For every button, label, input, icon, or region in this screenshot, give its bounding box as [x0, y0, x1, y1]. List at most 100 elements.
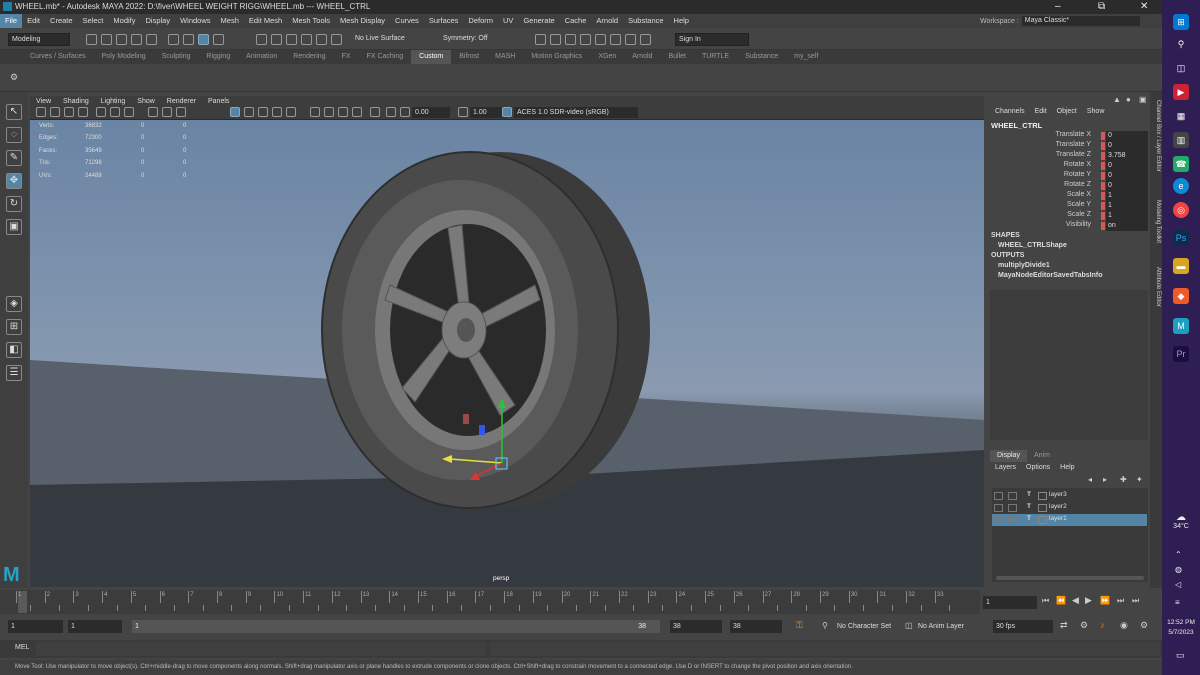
shelf-settings-icon[interactable]: ⚙ [10, 72, 18, 83]
live-surface-label[interactable]: No Live Surface [352, 33, 420, 46]
play-forward-icon[interactable]: ▶ [1085, 595, 1092, 606]
shelf-tab-curves-surfaces[interactable]: Curves / Surfaces [22, 50, 94, 64]
range-slider[interactable]: 1 38 [132, 620, 660, 633]
step-back-key-icon[interactable]: ⏪ [1056, 596, 1066, 605]
menu-mesh-display[interactable]: Mesh Display [335, 14, 390, 28]
menu-curves[interactable]: Curves [390, 14, 424, 28]
shelf-tab-arnold[interactable]: Arnold [624, 50, 660, 64]
viewport-menu-shading[interactable]: Shading [57, 98, 95, 105]
attr-value[interactable]: 0 [1106, 181, 1148, 191]
side-tab-channel-box[interactable]: Channel Box / Layer Editor [1151, 100, 1161, 172]
move-tool-icon[interactable]: ✥ [6, 173, 22, 189]
layer-row-layer2[interactable]: Tlayer2 [992, 502, 1147, 514]
snap-grid-icon[interactable] [256, 34, 267, 45]
maya-taskbar-icon[interactable]: M [1173, 318, 1189, 334]
isolate-icon[interactable] [386, 107, 396, 117]
anim-preferences-icon[interactable]: ⚙ [1080, 620, 1088, 631]
render-icon[interactable] [550, 34, 561, 45]
new-scene-icon[interactable] [86, 34, 97, 45]
attr-value[interactable]: on [1106, 221, 1148, 231]
snap-view-icon[interactable] [301, 34, 312, 45]
shadows-icon[interactable] [286, 107, 296, 117]
side-tab-modeling-toolkit[interactable]: Modeling Toolkit [1151, 200, 1161, 243]
display-type-toggle[interactable]: T [1027, 515, 1031, 522]
arnold-render-icon[interactable] [610, 34, 621, 45]
time-slider[interactable]: 1 2 3 4 5 6 7 8 9 10 11 12 13 14 15 16 17 18 19 20 21 22 23 24 2… [0, 590, 980, 614]
anim-layer-icon[interactable]: ◫ [905, 621, 913, 630]
menu-select[interactable]: Select [78, 14, 109, 28]
file-explorer-icon[interactable]: ▬ [1173, 258, 1189, 274]
viewport-menu-show[interactable]: Show [131, 98, 161, 105]
layer-menu-options[interactable]: Options [1021, 464, 1055, 471]
playback-toggle[interactable] [1008, 504, 1017, 512]
menu-substance[interactable]: Substance [623, 14, 668, 28]
ambient-occlusion-icon[interactable] [338, 107, 348, 117]
loop-icon[interactable]: ⇄ [1060, 620, 1068, 631]
character-set-dropdown[interactable]: No Character Set [834, 620, 902, 633]
audio-mute-icon[interactable]: ◉ [1120, 620, 1128, 631]
rotate-pivot-handle[interactable] [463, 414, 469, 424]
viewport-menu-lighting[interactable]: Lighting [95, 98, 132, 105]
attr-rotate-y[interactable]: Rotate Y 0 [990, 171, 1150, 181]
select-tool-icon[interactable]: ↖ [6, 104, 22, 120]
attr-translate-x[interactable]: Translate X 0 [990, 131, 1150, 141]
viewport-menu-panels[interactable]: Panels [202, 98, 235, 105]
arnold-ipr-icon[interactable] [625, 34, 636, 45]
camera-select-icon[interactable] [36, 107, 46, 117]
two-pane-layout-icon[interactable]: ◧ [6, 342, 22, 358]
layer-row-layer3[interactable]: Tlayer3 [992, 490, 1147, 502]
undo-icon[interactable] [131, 34, 142, 45]
move-layer-up-icon[interactable]: ◂ [1088, 475, 1092, 484]
image-plane-icon[interactable] [78, 107, 88, 117]
shelf-tab-rigging[interactable]: Rigging [198, 50, 238, 64]
depth-of-field-icon[interactable] [370, 107, 380, 117]
grid-toggle-icon[interactable] [96, 107, 106, 117]
exposure-icon[interactable] [400, 107, 410, 117]
channel-box-menu-edit[interactable]: Edit [1030, 108, 1052, 115]
anim-layer-dropdown[interactable]: No Anim Layer [915, 620, 987, 633]
panel-help-icon[interactable]: ● [1126, 95, 1131, 104]
menu-help[interactable]: Help [669, 14, 694, 28]
show-hidden-icons-icon[interactable]: ⌃ [1175, 550, 1182, 559]
shelf-tab-substance[interactable]: Substance [737, 50, 786, 64]
panel-float-icon[interactable]: ▣ [1139, 95, 1147, 104]
lasso-tool-icon[interactable]: ◌ [6, 127, 22, 143]
menu-windows[interactable]: Windows [175, 14, 215, 28]
color-space-dropdown[interactable]: ACES 1.0 SDR-video (sRGB) [514, 107, 638, 118]
select-component-icon[interactable] [198, 34, 209, 45]
shelf-tab-custom[interactable]: Custom [411, 50, 452, 64]
channel-box-menu-show[interactable]: Show [1082, 108, 1110, 115]
layer-color-swatch[interactable] [1038, 492, 1047, 500]
viewport-menu-renderer[interactable]: Renderer [161, 98, 202, 105]
attr-value[interactable]: 3.758 [1106, 151, 1148, 161]
layer-menu-layers[interactable]: Layers [990, 464, 1021, 471]
menu-arnold[interactable]: Arnold [591, 14, 623, 28]
redo-icon[interactable] [146, 34, 157, 45]
time-ruler[interactable]: 1 2 3 4 5 6 7 8 9 10 11 12 13 14 15 16 17 18 19 20 21 22 23 24 2… [10, 591, 972, 613]
exposure-field[interactable]: 0.00 [412, 107, 450, 118]
calendar-app-icon[interactable]: ▥ [1173, 132, 1189, 148]
shelf-tab-bullet[interactable]: Bullet [660, 50, 694, 64]
layer-name[interactable]: layer1 [1049, 515, 1067, 522]
shelf-tab-bifrost[interactable]: Bifrost [451, 50, 487, 64]
chat-app-icon[interactable]: ☎ [1173, 156, 1189, 172]
symmetry-dropdown[interactable]: Symmetry: Off [440, 33, 500, 46]
attr-translate-z[interactable]: Translate Z 3.758 [990, 151, 1150, 161]
settings-icon[interactable]: ⚙ [1140, 620, 1148, 631]
output-node[interactable]: multiplyDivide1 [998, 262, 1050, 269]
photoshop-icon[interactable]: Ps [1173, 230, 1189, 246]
attr-translate-y[interactable]: Translate Y 0 [990, 141, 1150, 151]
safe-action-icon[interactable] [148, 107, 158, 117]
move-layer-down-icon[interactable]: ▸ [1103, 475, 1107, 484]
smooth-shade-icon[interactable] [176, 107, 186, 117]
layer-color-swatch[interactable] [1038, 516, 1047, 524]
shelf-tab-xgen[interactable]: XGen [590, 50, 624, 64]
panel-options-icon[interactable]: ▲ [1113, 95, 1121, 104]
new-layer-selected-icon[interactable]: ✦ [1136, 475, 1143, 484]
shelf-tab-turtle[interactable]: TURTLE [694, 50, 737, 64]
search-icon[interactable]: ⚲ [1173, 36, 1189, 52]
pinned-app-icon[interactable]: ▶ [1173, 84, 1189, 100]
lasso-icon[interactable] [213, 34, 224, 45]
attr-value[interactable]: 0 [1106, 171, 1148, 181]
shelf-tab-mash[interactable]: MASH [487, 50, 523, 64]
